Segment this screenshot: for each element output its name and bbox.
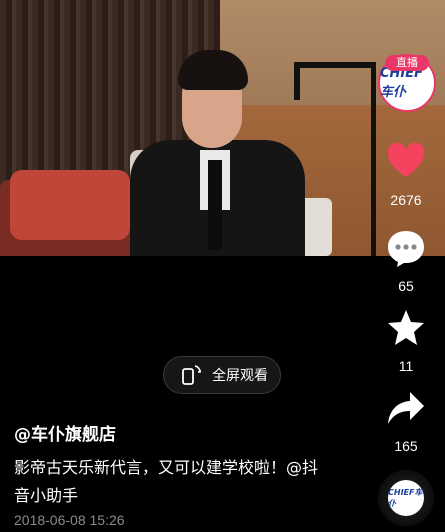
comment-button[interactable]: 65 — [376, 228, 436, 294]
music-disc-cover: CHIEF车仆 — [388, 480, 424, 516]
share-count: 165 — [394, 438, 418, 454]
favorite-button[interactable]: 11 — [376, 308, 436, 374]
comment-icon — [388, 231, 424, 267]
share-arrow-icon — [388, 392, 424, 424]
author-name[interactable]: @车仆旗舰店 — [14, 420, 116, 445]
like-button[interactable]: 2676 — [376, 142, 436, 208]
post-date: 2018-06-08 15:26 — [14, 512, 125, 528]
floor-lamp-arm — [294, 62, 376, 68]
share-button[interactable]: 165 — [376, 388, 436, 454]
heart-icon — [387, 142, 425, 177]
like-count: 2676 — [390, 192, 422, 208]
fullscreen-button[interactable]: 全屏观看 — [163, 356, 281, 394]
comment-count: 65 — [398, 278, 414, 294]
post-description: 影帝古天乐新代言，又可以建学校啦！@抖音小助手 — [14, 458, 319, 505]
avatar-brand-text: CHIEF车仆 — [380, 66, 424, 100]
music-disc[interactable]: CHIEF车仆 — [378, 470, 434, 526]
red-pillow — [10, 170, 130, 240]
presenter-hair — [178, 50, 248, 90]
presenter-tie — [208, 160, 222, 250]
video-player[interactable] — [0, 0, 445, 256]
star-icon — [388, 310, 424, 345]
live-badge: 直播 — [385, 55, 429, 71]
fullscreen-label: 全屏观看 — [212, 368, 268, 384]
presenter — [130, 40, 305, 256]
favorite-count: 11 — [398, 358, 414, 374]
disc-brand-text: CHIEF车仆 — [388, 488, 423, 508]
rotate-phone-icon — [182, 365, 201, 385]
